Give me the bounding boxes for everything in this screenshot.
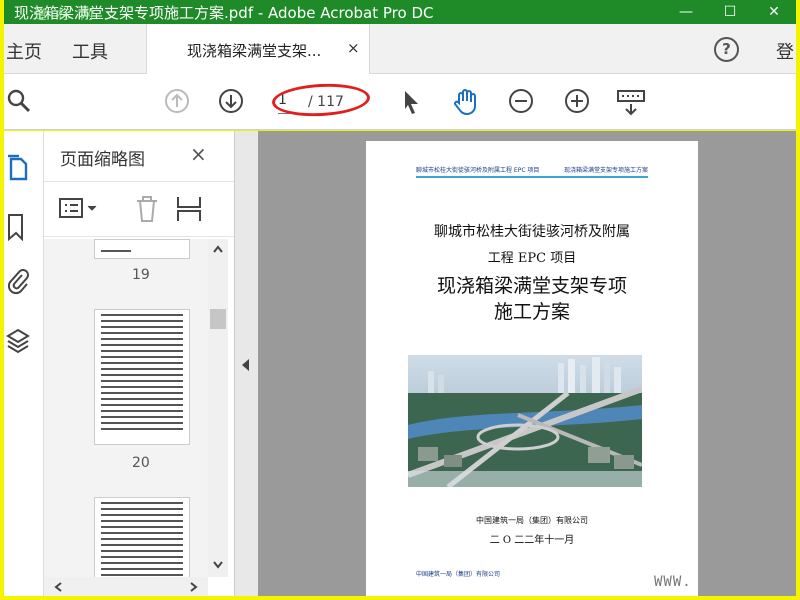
thumbnail-label: 20 bbox=[132, 455, 150, 471]
title-bar: 现浇箱梁满堂支架专项施工方案.pdf - Adobe Acrobat Pro D… bbox=[4, 0, 796, 24]
company-name: 中国建筑一局（集团）有限公司 bbox=[476, 516, 588, 525]
thumbnail-page-19[interactable] bbox=[94, 239, 190, 259]
header-left: 聊城市松桂大街徒骇河桥及附属工程 EPC 项目 bbox=[416, 167, 540, 174]
scroll-left-icon[interactable] bbox=[54, 582, 62, 592]
thumbnail-list: 19 20 bbox=[44, 239, 208, 577]
minimize-button[interactable]: — bbox=[664, 0, 708, 24]
search-icon[interactable] bbox=[6, 88, 32, 114]
title-line-3: 现浇箱梁满堂支架专项 bbox=[436, 275, 627, 297]
options-menu-icon[interactable] bbox=[58, 196, 102, 222]
scroll-up-icon[interactable] bbox=[213, 245, 223, 253]
vertical-scrollbar[interactable] bbox=[208, 239, 228, 577]
read-mode-icon[interactable] bbox=[616, 88, 646, 118]
title-line-2: 工程 EPC 项目 bbox=[487, 251, 577, 266]
thumbnail-page-21[interactable] bbox=[94, 497, 190, 577]
help-button[interactable]: ? bbox=[714, 37, 739, 62]
watermark-text: WWW. bbox=[654, 574, 692, 590]
aerial-bridge-photo bbox=[408, 355, 642, 487]
delete-icon[interactable] bbox=[134, 194, 160, 224]
title-line-1: 聊城市松桂大街徒骇河桥及附属 bbox=[434, 224, 630, 240]
maximize-button[interactable]: ☐ bbox=[708, 0, 752, 24]
thumbnail-page-20[interactable] bbox=[94, 309, 190, 445]
document-page: 聊城市松桂大街徒骇河桥及附属工程 EPC 项目 现浇箱梁满堂支架专项施工方案 聊… bbox=[366, 141, 698, 596]
select-cursor-icon[interactable] bbox=[400, 88, 422, 116]
zoom-out-icon[interactable] bbox=[508, 88, 534, 114]
scroll-down-icon[interactable] bbox=[213, 561, 223, 569]
panel-close-button[interactable]: × bbox=[190, 142, 207, 166]
header-right: 现浇箱梁满堂支架专项施工方案 bbox=[563, 167, 648, 174]
tab-home[interactable]: 主页 bbox=[6, 38, 42, 64]
left-rail bbox=[4, 131, 44, 596]
extract-pages-icon[interactable] bbox=[174, 194, 204, 224]
hand-tool-icon[interactable] bbox=[452, 88, 480, 116]
document-view: 聊城市松桂大街徒骇河桥及附属工程 EPC 项目 现浇箱梁满堂支架专项施工方案 聊… bbox=[258, 131, 796, 596]
thumbnails-panel: 页面缩略图 × 19 20 bbox=[44, 131, 234, 596]
login-button[interactable]: 登 bbox=[776, 38, 794, 64]
document-date: 二 O 二二年十一月 bbox=[489, 535, 575, 546]
bookmark-icon[interactable] bbox=[6, 213, 26, 241]
layers-icon[interactable] bbox=[6, 327, 30, 355]
panel-title: 页面缩略图 bbox=[60, 150, 145, 170]
scroll-thumb[interactable] bbox=[210, 309, 226, 329]
horizontal-scrollbar[interactable] bbox=[44, 577, 208, 596]
tab-document-label: 现浇箱梁满堂支架... bbox=[187, 42, 322, 60]
tab-close-button[interactable]: × bbox=[347, 39, 360, 57]
attachment-icon[interactable] bbox=[6, 267, 30, 295]
title-line-4: 施工方案 bbox=[493, 301, 570, 323]
window-controls: — ☐ ✕ bbox=[664, 0, 796, 24]
tab-tools[interactable]: 工具 bbox=[72, 38, 108, 64]
page-footer: 中国建筑一局（集团）有限公司 bbox=[416, 571, 501, 578]
previous-page-icon[interactable] bbox=[164, 88, 190, 114]
collapse-arrow-icon[interactable] bbox=[242, 359, 250, 371]
zoom-in-icon[interactable] bbox=[564, 88, 590, 114]
toolbar: 1 / 117 bbox=[4, 74, 796, 130]
next-page-icon[interactable] bbox=[218, 88, 244, 114]
thumbnail-label: 19 bbox=[132, 267, 150, 283]
page-header: 聊城市松桂大街徒骇河桥及附属工程 EPC 项目 现浇箱梁满堂支架专项施工方案 bbox=[416, 165, 648, 178]
tab-document[interactable]: 现浇箱梁满堂支架... × bbox=[146, 24, 370, 74]
panel-toolbar bbox=[44, 181, 234, 237]
close-window-button[interactable]: ✕ bbox=[752, 0, 796, 24]
watermark-logo: 道 标 网 bbox=[34, 8, 97, 23]
panel-collapse-bar[interactable] bbox=[234, 131, 258, 596]
tab-bar: 主页 工具 现浇箱梁满堂支架... × ? 登 bbox=[4, 24, 796, 74]
page-thumbnails-icon[interactable] bbox=[6, 153, 28, 181]
scroll-right-icon[interactable] bbox=[190, 582, 198, 592]
